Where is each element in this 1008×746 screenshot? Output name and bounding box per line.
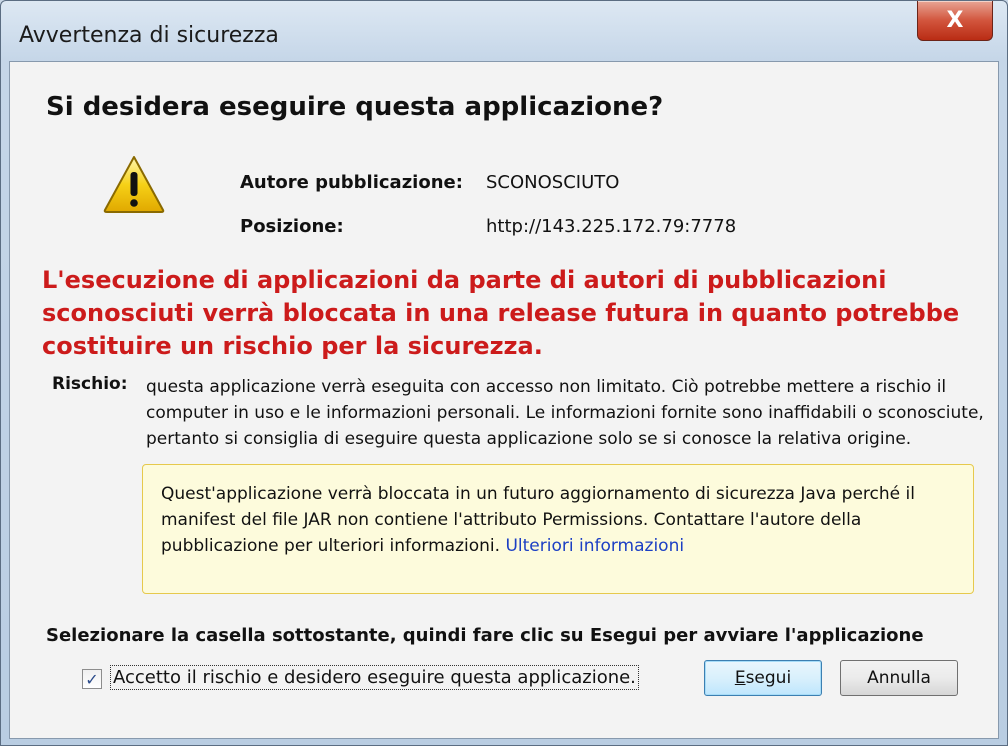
instruction-text: Selezionare la casella sottostante, quin… — [46, 625, 924, 646]
publisher-label: Autore pubblicazione: — [240, 172, 463, 193]
dialog-content: Si desidera eseguire questa applicazione… — [9, 61, 999, 739]
risk-description: questa applicazione verrà eseguita con a… — [146, 377, 984, 449]
more-info-link[interactable]: Ulteriori informazioni — [505, 536, 684, 556]
blocking-warning-text: L'esecuzione di applicazioni da parte di… — [42, 266, 960, 360]
risk-label: Rischio: — [52, 374, 128, 394]
publisher-value: SCONOSCIUTO — [486, 172, 620, 193]
checkmark-icon: ✓ — [85, 669, 99, 689]
cancel-button[interactable]: Annulla — [840, 660, 958, 696]
run-button-mnemonic: E — [734, 668, 746, 688]
accept-risk-label[interactable]: Accetto il rischio e desidero eseguire q… — [110, 665, 639, 690]
dialog-heading: Si desidera eseguire questa applicazione… — [46, 92, 664, 122]
security-warning-dialog: Avvertenza di sicurezza X Si desidera es… — [0, 0, 1008, 746]
location-label: Posizione: — [240, 216, 344, 237]
run-button-label: segui — [745, 668, 792, 688]
permissions-notice: Quest'applicazione verrà bloccata in un … — [142, 464, 974, 594]
window-title: Avvertenza di sicurezza — [19, 23, 279, 48]
close-button[interactable]: X — [917, 1, 993, 41]
location-value: http://143.225.172.79:7778 — [486, 216, 737, 237]
warning-triangle-icon — [103, 156, 165, 213]
accept-risk-checkbox[interactable]: ✓ — [82, 669, 102, 689]
run-button[interactable]: Esegui — [704, 660, 822, 696]
